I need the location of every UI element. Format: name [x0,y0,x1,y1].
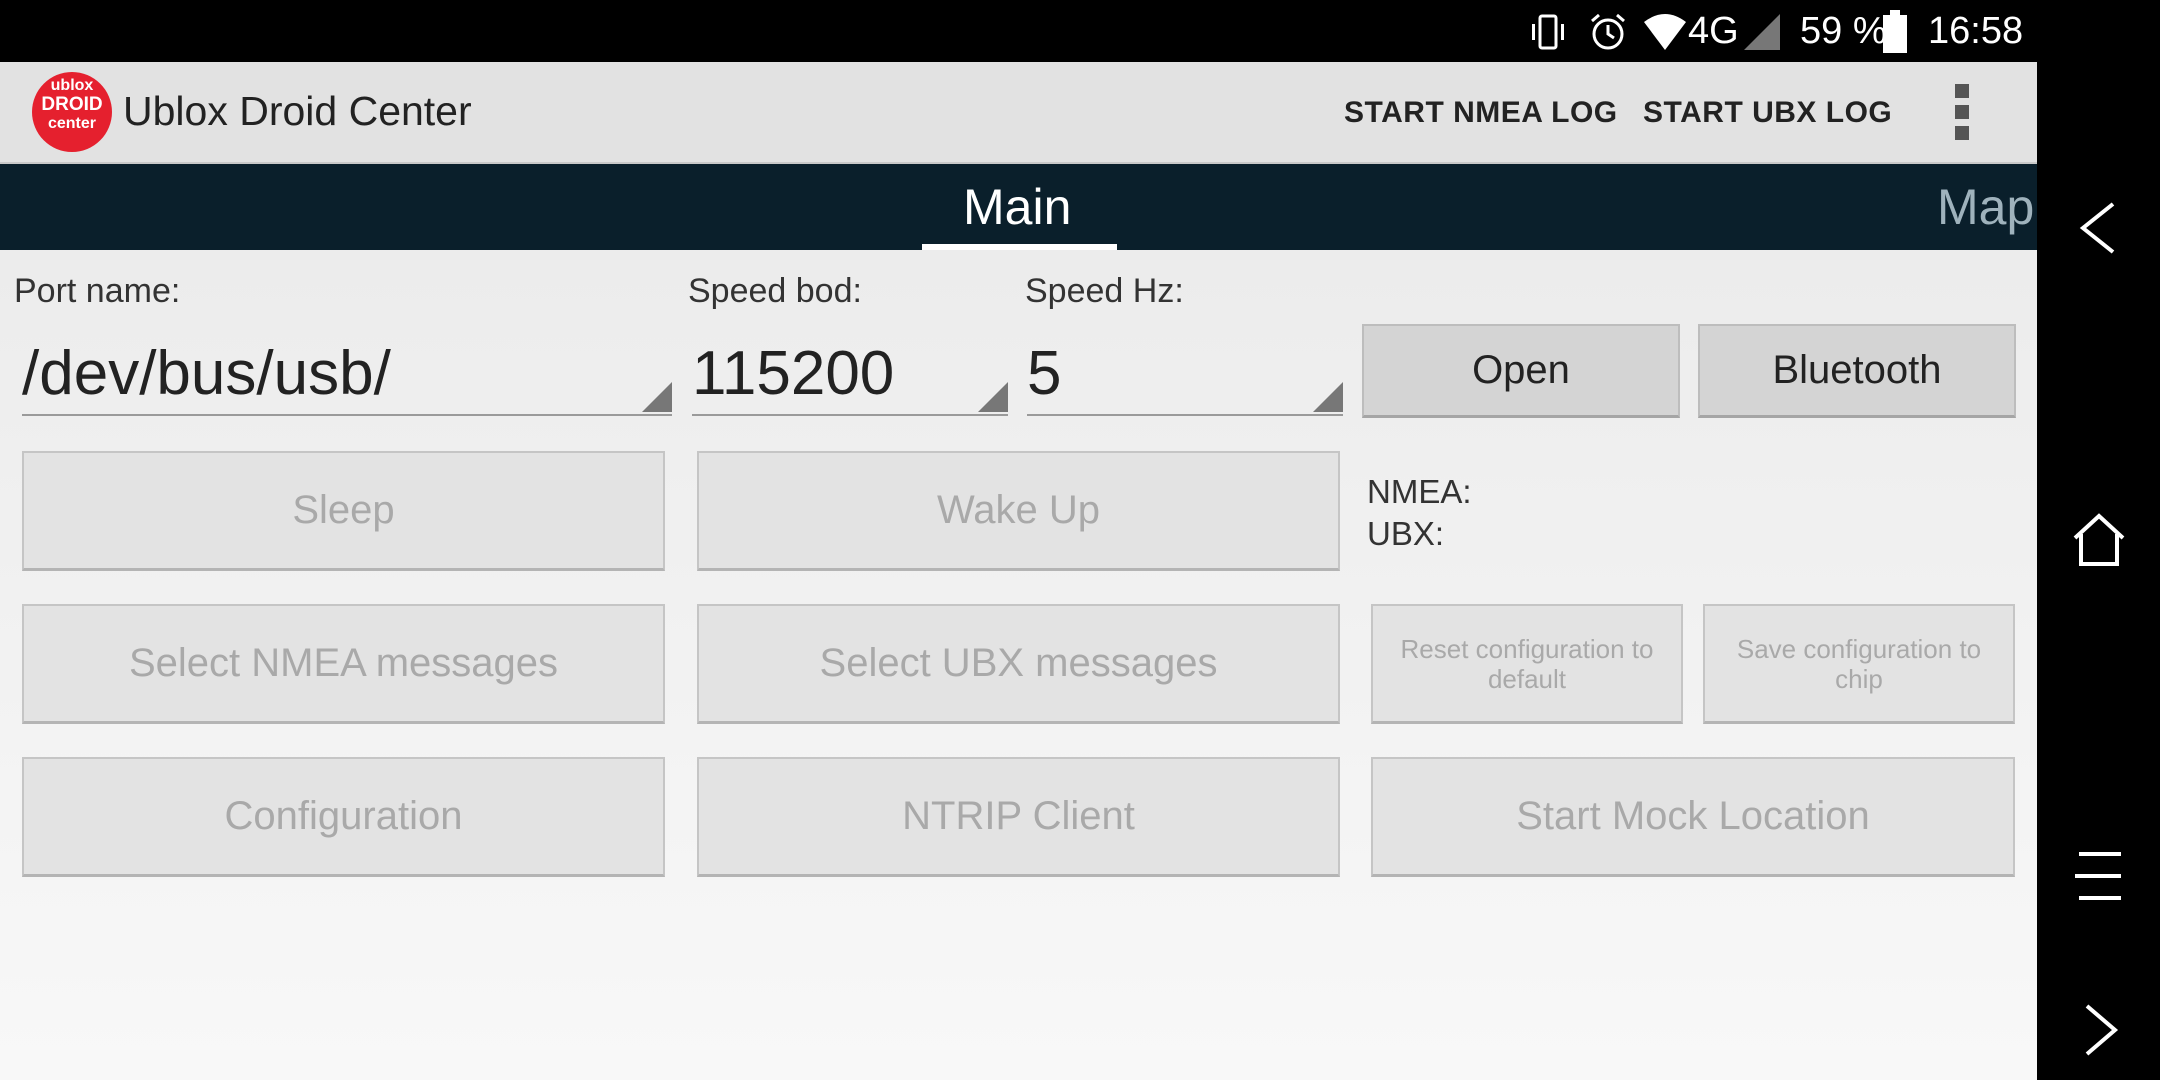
tab-map[interactable]: Map [1937,178,2034,236]
ntrip-client-button[interactable]: NTRIP Client [697,757,1340,877]
port-name-value: /dev/bus/usb/ [22,339,391,408]
bluetooth-button[interactable]: Bluetooth [1698,324,2016,418]
status-bar: 4G 59 % 16:58 [0,0,2160,62]
select-nmea-messages-button[interactable]: Select NMEA messages [22,604,665,724]
configuration-button[interactable]: Configuration [22,757,665,877]
dropdown-triangle-icon [642,382,672,412]
logo-line: center [47,115,97,132]
logo-line: DROID [41,94,103,115]
alarm-icon [1591,13,1625,50]
battery-percent: 59 % [1800,10,1887,52]
vibrate-icon [1532,14,1564,50]
speed-hz-spinner[interactable]: 5 [1027,334,1343,416]
wake-up-button[interactable]: Wake Up [697,451,1340,571]
speed-hz-label: Speed Hz: [1025,272,1184,310]
start-ubx-log-button[interactable]: START UBX LOG [1643,96,1892,130]
cell-signal-icon [1744,14,1780,50]
select-ubx-messages-button[interactable]: Select UBX messages [697,604,1340,724]
speed-bod-value: 115200 [692,339,895,408]
wifi-icon [1644,14,1686,50]
start-mock-location-button[interactable]: Start Mock Location [1371,757,2015,877]
more-vert-icon[interactable] [1955,84,1971,140]
port-name-label: Port name: [14,272,181,310]
app-logo: ublox DROID center [32,72,112,152]
speed-bod-spinner[interactable]: 115200 [692,334,1008,416]
forward-icon[interactable] [2071,1002,2127,1058]
ubx-status-label: UBX: [1367,515,1445,552]
nmea-status-label: NMEA: [1367,473,1472,510]
port-name-spinner[interactable]: /dev/bus/usb/ [22,334,672,416]
speed-bod-label: Speed bod: [688,272,862,310]
open-button[interactable]: Open [1362,324,1680,418]
dropdown-triangle-icon [1313,382,1343,412]
tab-main[interactable]: Main [963,178,1071,236]
reset-configuration-button[interactable]: Reset configuration to default [1371,604,1683,724]
network-type: 4G [1688,10,1739,52]
clock: 16:58 [1928,10,2024,52]
sleep-button[interactable]: Sleep [22,451,665,571]
app-title: Ublox Droid Center [123,88,472,134]
speed-hz-value: 5 [1027,339,1062,408]
logo-line: ublox [50,77,94,94]
home-icon[interactable] [2071,512,2127,568]
battery-icon [1883,10,1907,53]
start-nmea-log-button[interactable]: START NMEA LOG [1344,96,1618,130]
dropdown-triangle-icon [978,382,1008,412]
save-configuration-button[interactable]: Save configuration to chip [1703,604,2015,724]
recent-apps-icon[interactable] [2071,848,2127,904]
back-icon[interactable] [2071,200,2127,256]
